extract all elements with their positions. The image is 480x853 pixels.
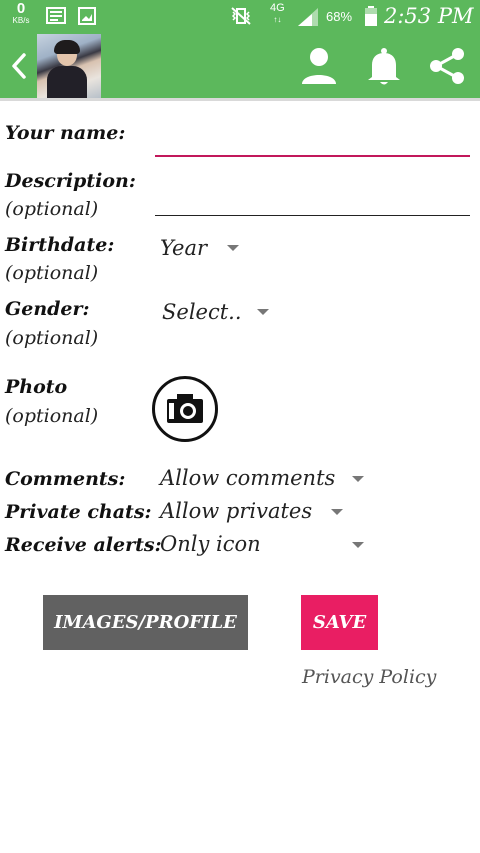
chevron-down-icon: [331, 509, 343, 515]
private-chats-select[interactable]: Allow privates: [160, 499, 350, 529]
status-bar: 0 KB/s 4G ↑↓ 68% 2:53 PM: [0, 0, 480, 33]
receive-alerts-value: Only icon: [160, 532, 261, 556]
birthdate-optional-label: (optional): [5, 262, 99, 284]
description-label: Description:: [5, 170, 136, 192]
gender-value: Select..: [162, 300, 242, 324]
comments-value: Allow comments: [160, 466, 336, 490]
save-button[interactable]: SAVE: [301, 595, 378, 650]
photo-label: Photo: [5, 376, 68, 398]
bell-icon[interactable]: [364, 46, 404, 86]
name-input-underline: [155, 155, 470, 157]
avatar-figure: [47, 66, 87, 98]
chevron-down-icon: [352, 476, 364, 482]
profile-avatar[interactable]: [37, 34, 101, 98]
receive-alerts-select[interactable]: Only icon: [160, 532, 370, 562]
chevron-down-icon: [352, 542, 364, 548]
name-input[interactable]: [155, 125, 470, 153]
person-icon[interactable]: [299, 46, 339, 86]
images-profile-button[interactable]: IMAGES/PROFILE: [43, 595, 248, 650]
birthdate-year-value: Year: [160, 236, 208, 260]
gender-label: Gender:: [5, 298, 90, 320]
battery-percent: 68%: [326, 9, 353, 24]
private-chats-value: Allow privates: [160, 499, 313, 523]
gender-select[interactable]: Select..: [162, 300, 277, 330]
clock: 2:53 PM: [384, 4, 474, 28]
birthdate-year-select[interactable]: Year: [160, 236, 250, 266]
privacy-policy-link[interactable]: Privacy Policy: [302, 666, 436, 688]
net-speed: 0 KB/s: [10, 0, 32, 26]
birthdate-label: Birthdate:: [5, 234, 115, 256]
message-icon: [46, 7, 66, 24]
gender-optional-label: (optional): [5, 327, 99, 349]
camera-icon: [167, 394, 203, 423]
share-icon[interactable]: [427, 46, 467, 86]
chevron-down-icon: [227, 245, 239, 251]
network-activity: ↑↓: [273, 15, 282, 24]
vibrate-mute-icon: [231, 7, 251, 25]
network-type-label: 4G: [270, 2, 285, 14]
comments-select[interactable]: Allow comments: [160, 466, 370, 496]
chevron-down-icon: [257, 309, 269, 315]
description-optional-label: (optional): [5, 198, 99, 220]
battery-icon: [365, 6, 377, 26]
photo-optional-label: (optional): [5, 405, 99, 427]
comments-label: Comments:: [5, 468, 126, 490]
photo-picker-button[interactable]: [152, 376, 218, 442]
avatar-hair: [54, 40, 80, 54]
description-input-underline: [155, 215, 470, 216]
description-input[interactable]: [155, 182, 470, 210]
receive-alerts-label: Receive alerts:: [5, 534, 162, 556]
network-type: 4G ↑↓: [270, 3, 285, 25]
back-icon[interactable]: [6, 51, 32, 81]
name-label: Your name:: [5, 122, 126, 144]
net-speed-unit: KB/s: [12, 16, 30, 25]
signal-icon: [298, 8, 318, 26]
private-chats-label: Private chats:: [5, 501, 152, 523]
toolbar-divider: [0, 98, 480, 101]
net-speed-value: 0: [16, 0, 26, 17]
image-notification-icon: [78, 7, 96, 25]
